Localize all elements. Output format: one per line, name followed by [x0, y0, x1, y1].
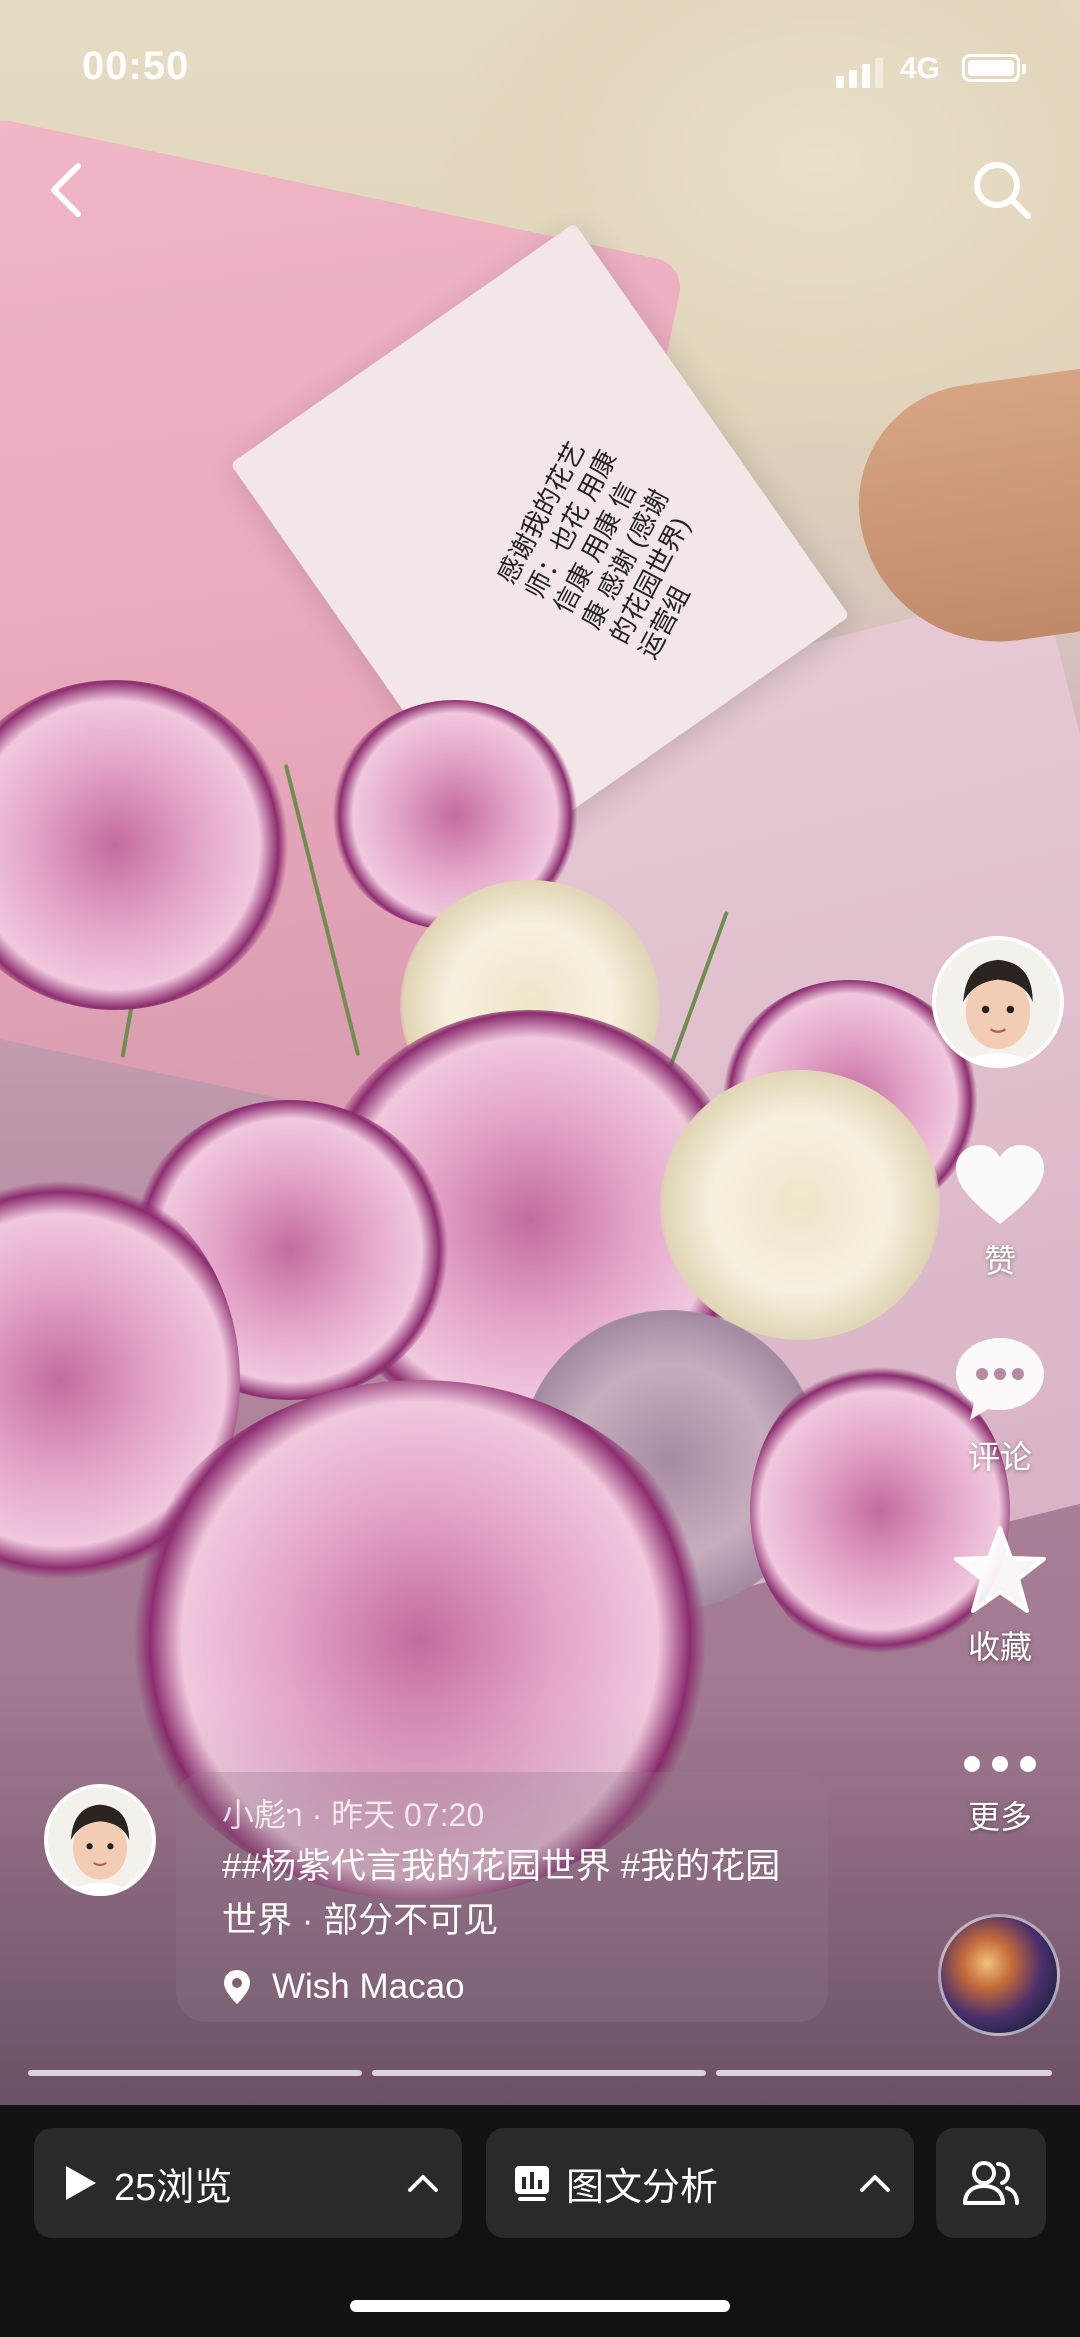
share-friends-button[interactable] [936, 2128, 1046, 2238]
location-pin-icon [224, 1970, 250, 2004]
search-button[interactable] [962, 150, 1042, 230]
signal-icon [836, 58, 886, 88]
play-icon [66, 2166, 96, 2200]
comment-label: 评论 [967, 1439, 1032, 1475]
battery-icon [962, 54, 1026, 82]
kid-portrait-icon [48, 1788, 152, 1892]
status-time: 00:50 [82, 44, 190, 88]
comment-button[interactable]: 评论 [940, 1334, 1060, 1478]
back-button[interactable] [26, 150, 106, 230]
progress-segment [716, 2070, 1052, 2076]
home-indicator[interactable] [350, 2300, 730, 2312]
more-dots-icon [964, 1756, 1036, 1772]
music-disc[interactable] [938, 1914, 1060, 2036]
heart-icon [956, 1145, 1044, 1224]
meta-separator: · [311, 1797, 323, 1833]
people-icon [963, 2161, 1019, 2205]
post-location[interactable]: Wish Macao [222, 1962, 465, 2012]
post-caption[interactable]: ##杨紫代言我的花园世界 #我的花园世界 · 部分不可见 [222, 1840, 812, 1948]
more-button[interactable]: 更多 [940, 1744, 1060, 1838]
collect-label: 收藏 [967, 1629, 1032, 1665]
screen: 感谢我的花艺师：也花 用康 信康 用康 信康 感谢 (感谢的花园世界) 运营组 … [0, 0, 1080, 2337]
chevron-up-icon [408, 2175, 438, 2192]
location-text: Wish Macao [272, 1967, 465, 2006]
analysis-label: 图文分析 [566, 2166, 719, 2209]
post-time: 昨天 07:20 [331, 1797, 485, 1833]
like-button[interactable]: 赞 [940, 1142, 1060, 1282]
search-icon [974, 162, 1031, 219]
progress-segment [372, 2070, 706, 2076]
hand [843, 360, 1080, 660]
comment-bubble-icon [956, 1338, 1044, 1420]
white-rose [660, 1070, 940, 1340]
star-icon [954, 1526, 1046, 1613]
kid-portrait-icon [936, 940, 1060, 1064]
author-avatar-side[interactable] [932, 936, 1064, 1068]
collect-button[interactable]: 收藏 [940, 1524, 1060, 1668]
views-label: 25浏览 [114, 2166, 233, 2209]
author-avatar[interactable] [44, 1784, 156, 1896]
post-meta: 小彪ᥐ · 昨天 07:20 [222, 1790, 484, 1836]
author-name[interactable]: 小彪ᥐ [222, 1797, 303, 1833]
network-type: 4G [900, 52, 941, 85]
views-button[interactable]: 25浏览 [34, 2128, 462, 2238]
analysis-button[interactable]: 图文分析 [486, 2128, 914, 2238]
chevron-up-icon [860, 2175, 890, 2192]
more-label: 更多 [967, 1799, 1032, 1835]
status-bar: 00:50 4G [0, 0, 1080, 140]
chevron-left-icon [51, 163, 81, 217]
bar-chart-icon [515, 2166, 549, 2201]
progress-segment [28, 2070, 362, 2076]
like-label: 赞 [983, 1243, 1016, 1279]
